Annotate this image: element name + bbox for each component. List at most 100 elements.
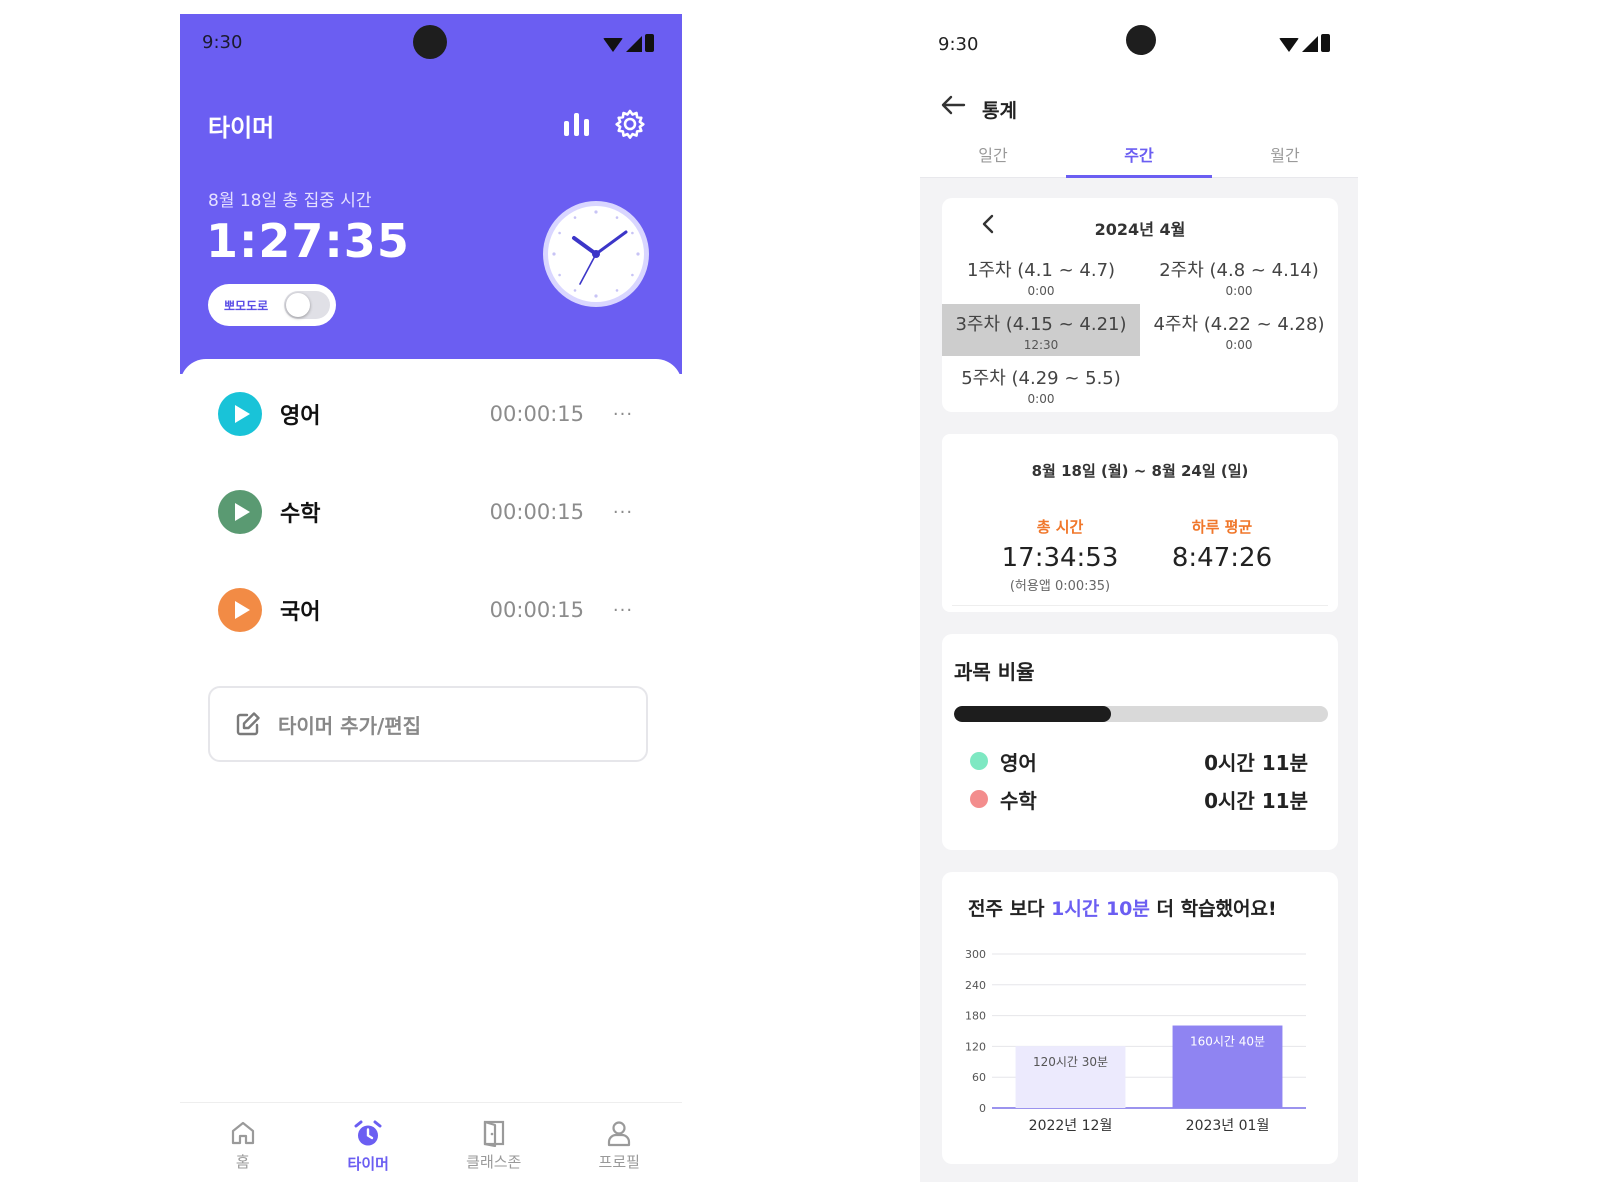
signal-icon <box>626 36 642 52</box>
total-time-value: 17:34:53 <box>1001 543 1119 573</box>
tab-monthly[interactable]: 월간 <box>1212 140 1358 177</box>
status-time: 9:30 <box>938 34 979 55</box>
daily-average-block: 하루 평균 8:47:26 <box>1160 516 1284 573</box>
week-hours: 0:00 <box>1027 284 1055 298</box>
allowed-apps-time: (허용앱 0:00:35) <box>1009 579 1111 594</box>
person-icon <box>608 1121 631 1147</box>
status-bar: 9:30 <box>180 14 682 70</box>
nav-label: 타이머 <box>347 1155 389 1173</box>
wifi-icon <box>1279 38 1299 52</box>
ratio-title: 과목 비율 <box>954 660 1035 684</box>
bottom-nav: 홈 타이머 클래스존 프로필 <box>180 1102 682 1186</box>
elapsed-time: 00:00:15 <box>489 500 584 524</box>
door-icon <box>483 1120 504 1147</box>
nav-item-profile[interactable]: 프로필 <box>557 1103 683 1186</box>
subject-name: 수학 <box>280 502 321 527</box>
status-bar: 9:30 <box>920 16 1358 72</box>
pomodoro-switch[interactable] <box>284 291 330 319</box>
x-tick-label: 2023년 01월 <box>1186 1118 1270 1134</box>
more-icon[interactable]: ··· <box>608 502 638 523</box>
add-edit-label: 타이머 추가/편집 <box>278 713 422 738</box>
week-range: 4주차 (4.22 ~ 4.28) <box>1153 314 1325 335</box>
camera-cutout <box>1126 25 1156 55</box>
tab-weekly[interactable]: 주간 <box>1066 140 1212 178</box>
nav-item-timer[interactable]: 타이머 <box>306 1103 432 1186</box>
edit-icon <box>236 712 260 736</box>
timer-row[interactable]: 국어 00:00:15 ··· <box>218 585 638 635</box>
month-title: 2024년 4월 <box>1094 220 1186 239</box>
data-label: 120시간 30분 <box>1033 1055 1108 1069</box>
week-range: 2주차 (4.8 ~ 4.14) <box>1159 260 1319 281</box>
week-hours: 12:30 <box>1023 338 1059 352</box>
pomodoro-toggle[interactable]: 뽀모도로 <box>208 284 336 326</box>
data-label: 160시간 40분 <box>1190 1035 1265 1049</box>
header-actions <box>562 108 646 140</box>
timer-screen: 9:30 타이머 8월 18일 총 집중 시간 1:27:35 뽀모도로 영어 … <box>180 14 682 1186</box>
play-icon[interactable] <box>218 588 262 632</box>
weekly-summary-card: 8월 18일 (월) ~ 8월 24일 (일) 총 시간 17:34:53 (허… <box>942 434 1338 612</box>
week-hours: 0:00 <box>1225 338 1253 352</box>
pomodoro-label: 뽀모도로 <box>224 299 269 313</box>
back-arrow-icon[interactable] <box>940 94 966 116</box>
week-range: 3주차 (4.15 ~ 4.21) <box>955 314 1127 335</box>
wifi-icon <box>603 38 623 52</box>
clock-icon <box>542 200 650 308</box>
signal-icon <box>1302 36 1318 52</box>
comparison-highlight: 1시간 10분 <box>1051 898 1150 920</box>
divider <box>952 605 1328 606</box>
subject-time: 0시간 11분 <box>1204 788 1308 813</box>
add-edit-timer-button[interactable]: 타이머 추가/편집 <box>208 686 648 762</box>
nav-label: 홈 <box>235 1153 250 1171</box>
week-option[interactable]: 2주차 (4.8 ~ 4.14) 0:00 <box>1140 250 1338 302</box>
nav-item-home[interactable]: 홈 <box>180 1103 306 1186</box>
y-tick-label: 240 <box>965 979 986 992</box>
page-title: 통계 <box>982 100 1017 122</box>
stats-top: 9:30 통계 일간 주간 월간 <box>920 16 1358 178</box>
timer-header: 9:30 타이머 8월 18일 총 집중 시간 1:27:35 뽀모도로 <box>180 14 682 374</box>
play-icon[interactable] <box>218 490 262 534</box>
timer-row[interactable]: 영어 00:00:15 ··· <box>218 389 638 439</box>
week-hours: 0:00 <box>1027 392 1055 406</box>
x-tick-label: 2022년 12월 <box>1029 1118 1113 1134</box>
battery-icon <box>1321 34 1330 52</box>
comparison-bar-chart: 0 60 120 180 240 300 120시간 30분 2022년 12월 160시간 4… <box>965 948 1306 1134</box>
timer-row[interactable]: 수학 00:00:15 ··· <box>218 487 638 537</box>
more-icon[interactable]: ··· <box>608 404 638 425</box>
gear-icon[interactable] <box>614 108 646 140</box>
y-tick-label: 0 <box>979 1102 986 1115</box>
week-range: 1주차 (4.1 ~ 4.7) <box>966 260 1116 281</box>
status-time: 9:30 <box>202 32 243 53</box>
y-tick-label: 300 <box>965 948 986 961</box>
subject-dot <box>970 790 988 808</box>
week-option[interactable]: 5주차 (4.29 ~ 5.5) 0:00 <box>942 358 1140 410</box>
week-option-selected[interactable]: 3주차 (4.15 ~ 4.21) 12:30 <box>942 304 1140 356</box>
system-icons <box>603 32 654 52</box>
y-tick-label: 120 <box>965 1040 986 1053</box>
tab-daily[interactable]: 일간 <box>920 140 1066 177</box>
subject-legend-row: 영어 0시간 11분 <box>970 746 1308 776</box>
subject-ratio-card: 과목 비율 영어 0시간 11분 수학 0시간 11분 <box>942 634 1338 850</box>
period-tabs: 일간 주간 월간 <box>920 140 1358 178</box>
focus-date-label: 8월 18일 총 집중 시간 <box>208 191 372 211</box>
subject-name: 국어 <box>280 600 321 625</box>
date-range: 8월 18일 (월) ~ 8월 24일 (일) <box>1031 462 1249 480</box>
system-icons <box>1279 32 1330 52</box>
battery-icon <box>645 34 654 52</box>
subject-name: 영어 <box>1000 750 1037 775</box>
total-focus-time: 1:27:35 <box>206 214 410 268</box>
play-icon[interactable] <box>218 392 262 436</box>
comparison-prefix: 전주 보다 <box>968 898 1052 920</box>
week-option[interactable]: 1주차 (4.1 ~ 4.7) 0:00 <box>942 250 1140 302</box>
total-time-label: 총 시간 <box>1036 518 1084 536</box>
stats-icon[interactable] <box>562 111 592 137</box>
stats-screen: 9:30 통계 일간 주간 월간 2024년 4월 1주차 (4.1 ~ 4.7… <box>920 16 1358 1182</box>
week-option[interactable]: 4주차 (4.22 ~ 4.28) 0:00 <box>1140 304 1338 356</box>
page-title: 타이머 <box>208 114 275 142</box>
nav-label: 프로필 <box>598 1153 640 1171</box>
more-icon[interactable]: ··· <box>608 600 638 621</box>
comparison-suffix: 더 학습했어요! <box>1149 898 1277 920</box>
comparison-card: 전주 보다 1시간 10분 더 학습했어요! 0 60 120 180 240 300 12… <box>942 872 1338 1164</box>
y-tick-label: 60 <box>972 1071 986 1084</box>
ratio-bar-fill <box>954 706 1112 722</box>
nav-item-classzone[interactable]: 클래스존 <box>431 1103 557 1186</box>
